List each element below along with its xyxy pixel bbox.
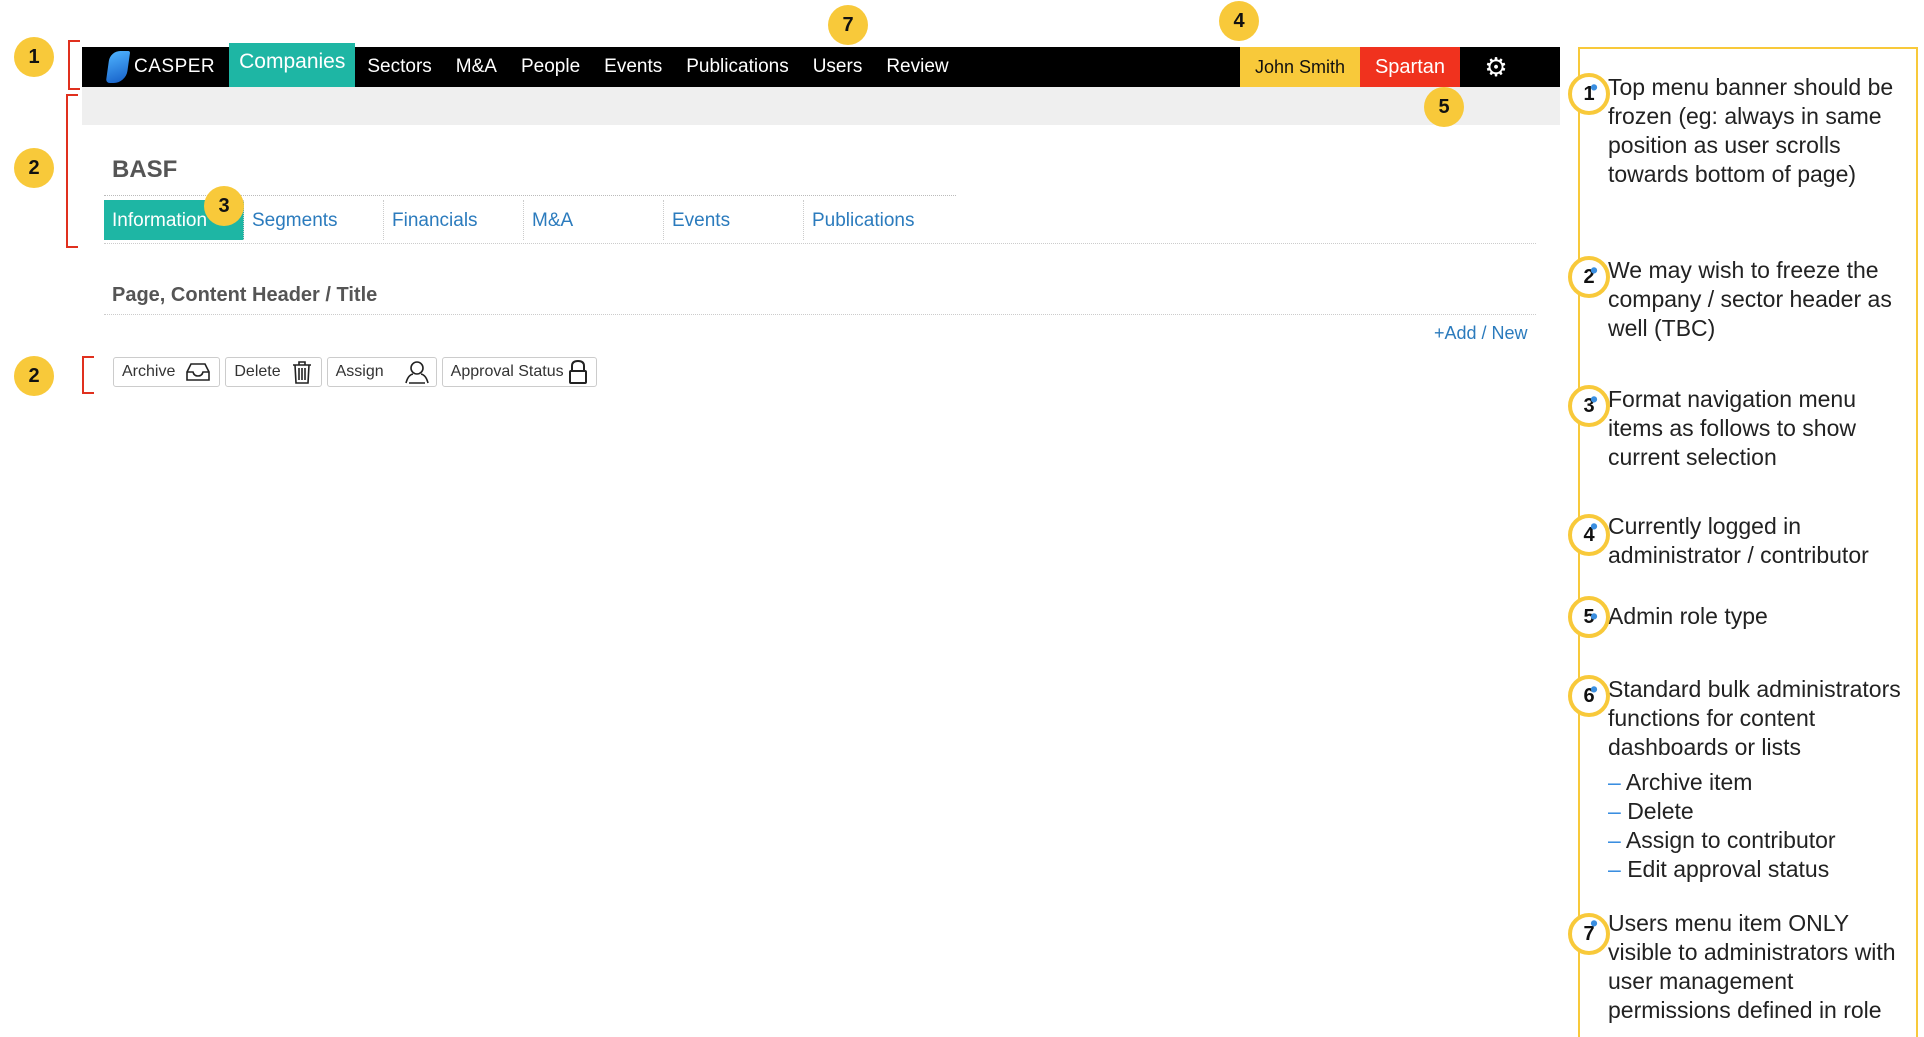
annotation-panel: 1 • Top menu banner should be frozen (eg… [1568,47,1918,1037]
note-callout-1: 1 [1568,73,1610,115]
note-callout-6: 6 [1568,675,1610,717]
note-4: 4 • Currently logged in administrator / … [1568,512,1908,570]
bullet-icon: • [1590,257,1599,283]
assign-button[interactable]: Assign [326,357,437,387]
callout-3-tabs: 3 [204,186,244,226]
delete-label: Delete [234,363,281,380]
nav-companies[interactable]: Companies [229,43,356,87]
logo[interactable]: CASPER [105,51,216,83]
callout-7-users: 7 [828,5,868,45]
note-6-item: – Delete [1608,798,1694,824]
bullet-icon: • [1590,910,1599,936]
callout-2-bulk: 2 [14,356,54,396]
tab-ma[interactable]: M&A [524,200,664,240]
nav-users[interactable]: Users [801,47,875,87]
note-callout-7: 7 [1568,913,1610,955]
note-6: 6 • Standard bulk administrators functio… [1568,675,1908,884]
nav-events[interactable]: Events [592,47,674,87]
note-7-text: Users menu item ONLY visible to administ… [1608,910,1896,1023]
lock-icon [568,359,588,385]
inbox-icon [185,362,211,382]
callout-4-user: 4 [1219,1,1259,41]
bracket-topbar [68,40,80,90]
assign-label: Assign [335,363,384,380]
delete-button[interactable]: Delete [225,357,322,387]
trash-icon [291,360,313,384]
current-user[interactable]: John Smith [1240,47,1360,87]
nav-sectors[interactable]: Sectors [355,47,443,87]
tab-publications[interactable]: Publications [804,200,944,240]
callout-5-role: 5 [1424,87,1464,127]
nav-ma[interactable]: M&A [444,47,509,87]
note-3-text: Format navigation menu items as follows … [1608,386,1857,470]
note-1-text: Top menu banner should be frozen (eg: al… [1608,74,1894,187]
user-icon [404,360,430,384]
nav-publications[interactable]: Publications [674,47,800,87]
note-callout-2: 2 [1568,256,1610,298]
role-badge: Spartan [1360,47,1460,87]
note-4-text: Currently logged in administrator / cont… [1608,513,1869,568]
callout-2-left: 2 [14,148,54,188]
tab-events[interactable]: Events [664,200,804,240]
note-callout-4: 4 [1568,514,1610,556]
add-new-link[interactable]: +Add / New [1434,323,1528,344]
approval-status-button[interactable]: Approval Status [441,357,597,387]
logo-text: CASPER [134,56,216,77]
bulk-actions: Archive Delete Assign Approval Status [113,357,597,387]
archive-button[interactable]: Archive [113,357,221,387]
nav-review[interactable]: Review [874,47,960,87]
bullet-icon: • [1590,386,1599,412]
note-7: 7 • Users menu item ONLY visible to admi… [1568,909,1908,1025]
content-divider [104,314,1536,315]
archive-label: Archive [122,363,176,380]
note-5-text: Admin role type [1608,603,1768,629]
note-6-item: – Archive item [1608,769,1753,795]
approval-label: Approval Status [450,363,564,380]
bracket-header [66,94,78,248]
sub-banner [82,87,1560,125]
note-6-item: – Edit approval status [1608,856,1830,882]
callout-1-left: 1 [14,37,54,77]
top-menu-banner: CASPER Companies Sectors M&A People Even… [82,43,1560,87]
bullet-icon: • [1590,676,1599,702]
tab-segments[interactable]: Segments [244,200,384,240]
bracket-bulk [82,356,94,394]
nav-people[interactable]: People [509,47,592,87]
bullet-icon: • [1590,74,1599,100]
page-title: Page, Content Header / Title [112,284,378,306]
bullet-icon: • [1590,513,1599,539]
gear-icon[interactable]: ⚙ [1482,53,1510,81]
note-5: 5 • Admin role type [1568,596,1908,638]
company-title: BASF [112,156,178,183]
note-2-text: We may wish to freeze the company / sect… [1608,257,1892,341]
tab-financials[interactable]: Financials [384,200,524,240]
header-divider [104,243,1536,244]
note-callout-5: 5 [1568,596,1610,638]
note-6-item: – Assign to contributor [1608,827,1836,853]
note-3: 3 • Format navigation menu items as foll… [1568,385,1908,472]
note-callout-3: 3 [1568,385,1610,427]
note-1: 1 • Top menu banner should be frozen (eg… [1568,73,1908,189]
bullet-icon: • [1590,603,1599,629]
note-2: 2 • We may wish to freeze the company / … [1568,256,1908,343]
note-6-text: Standard bulk administrators functions f… [1608,676,1901,760]
casper-logo-icon [105,51,131,83]
